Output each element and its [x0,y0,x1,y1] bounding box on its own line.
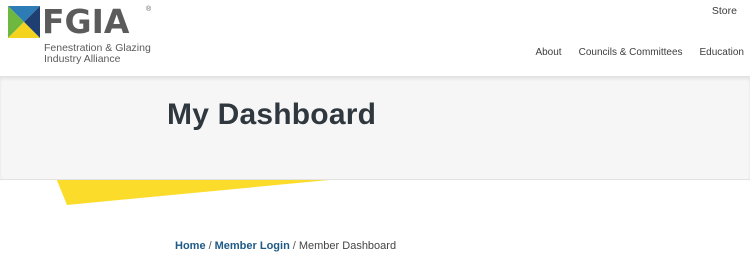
breadcrumb-separator: / [208,240,212,252]
nav-item-councils-committees[interactable]: Councils & Committees [579,47,683,58]
logo-wordmark: FGIA [42,2,130,41]
yellow-accent-swoosh [56,178,350,205]
fgia-logo-icon [8,6,40,38]
breadcrumb-home-link[interactable]: Home [175,240,206,252]
breadcrumb: Home / Member Login / Member Dashboard [175,240,396,252]
nav-item-about[interactable]: About [535,47,561,58]
page-hero: My Dashboard [0,76,750,180]
breadcrumb-separator: / [292,240,296,252]
breadcrumb-member-login-link[interactable]: Member Login [215,240,290,252]
site-header: FGIA ® Fenestration & Glazing Industry A… [0,0,750,76]
fgia-logo-link[interactable]: FGIA ® Fenestration & Glazing Industry A… [8,2,168,64]
logo-tagline: Fenestration & Glazing Industry Alliance [44,42,151,65]
main-nav: About Councils & Committees Education [518,47,744,58]
page-title: My Dashboard [167,98,377,131]
breadcrumb-current-page: Member Dashboard [298,240,397,252]
nav-item-education[interactable]: Education [700,47,744,58]
store-link[interactable]: Store [712,5,737,17]
registered-mark: ® [146,6,152,13]
